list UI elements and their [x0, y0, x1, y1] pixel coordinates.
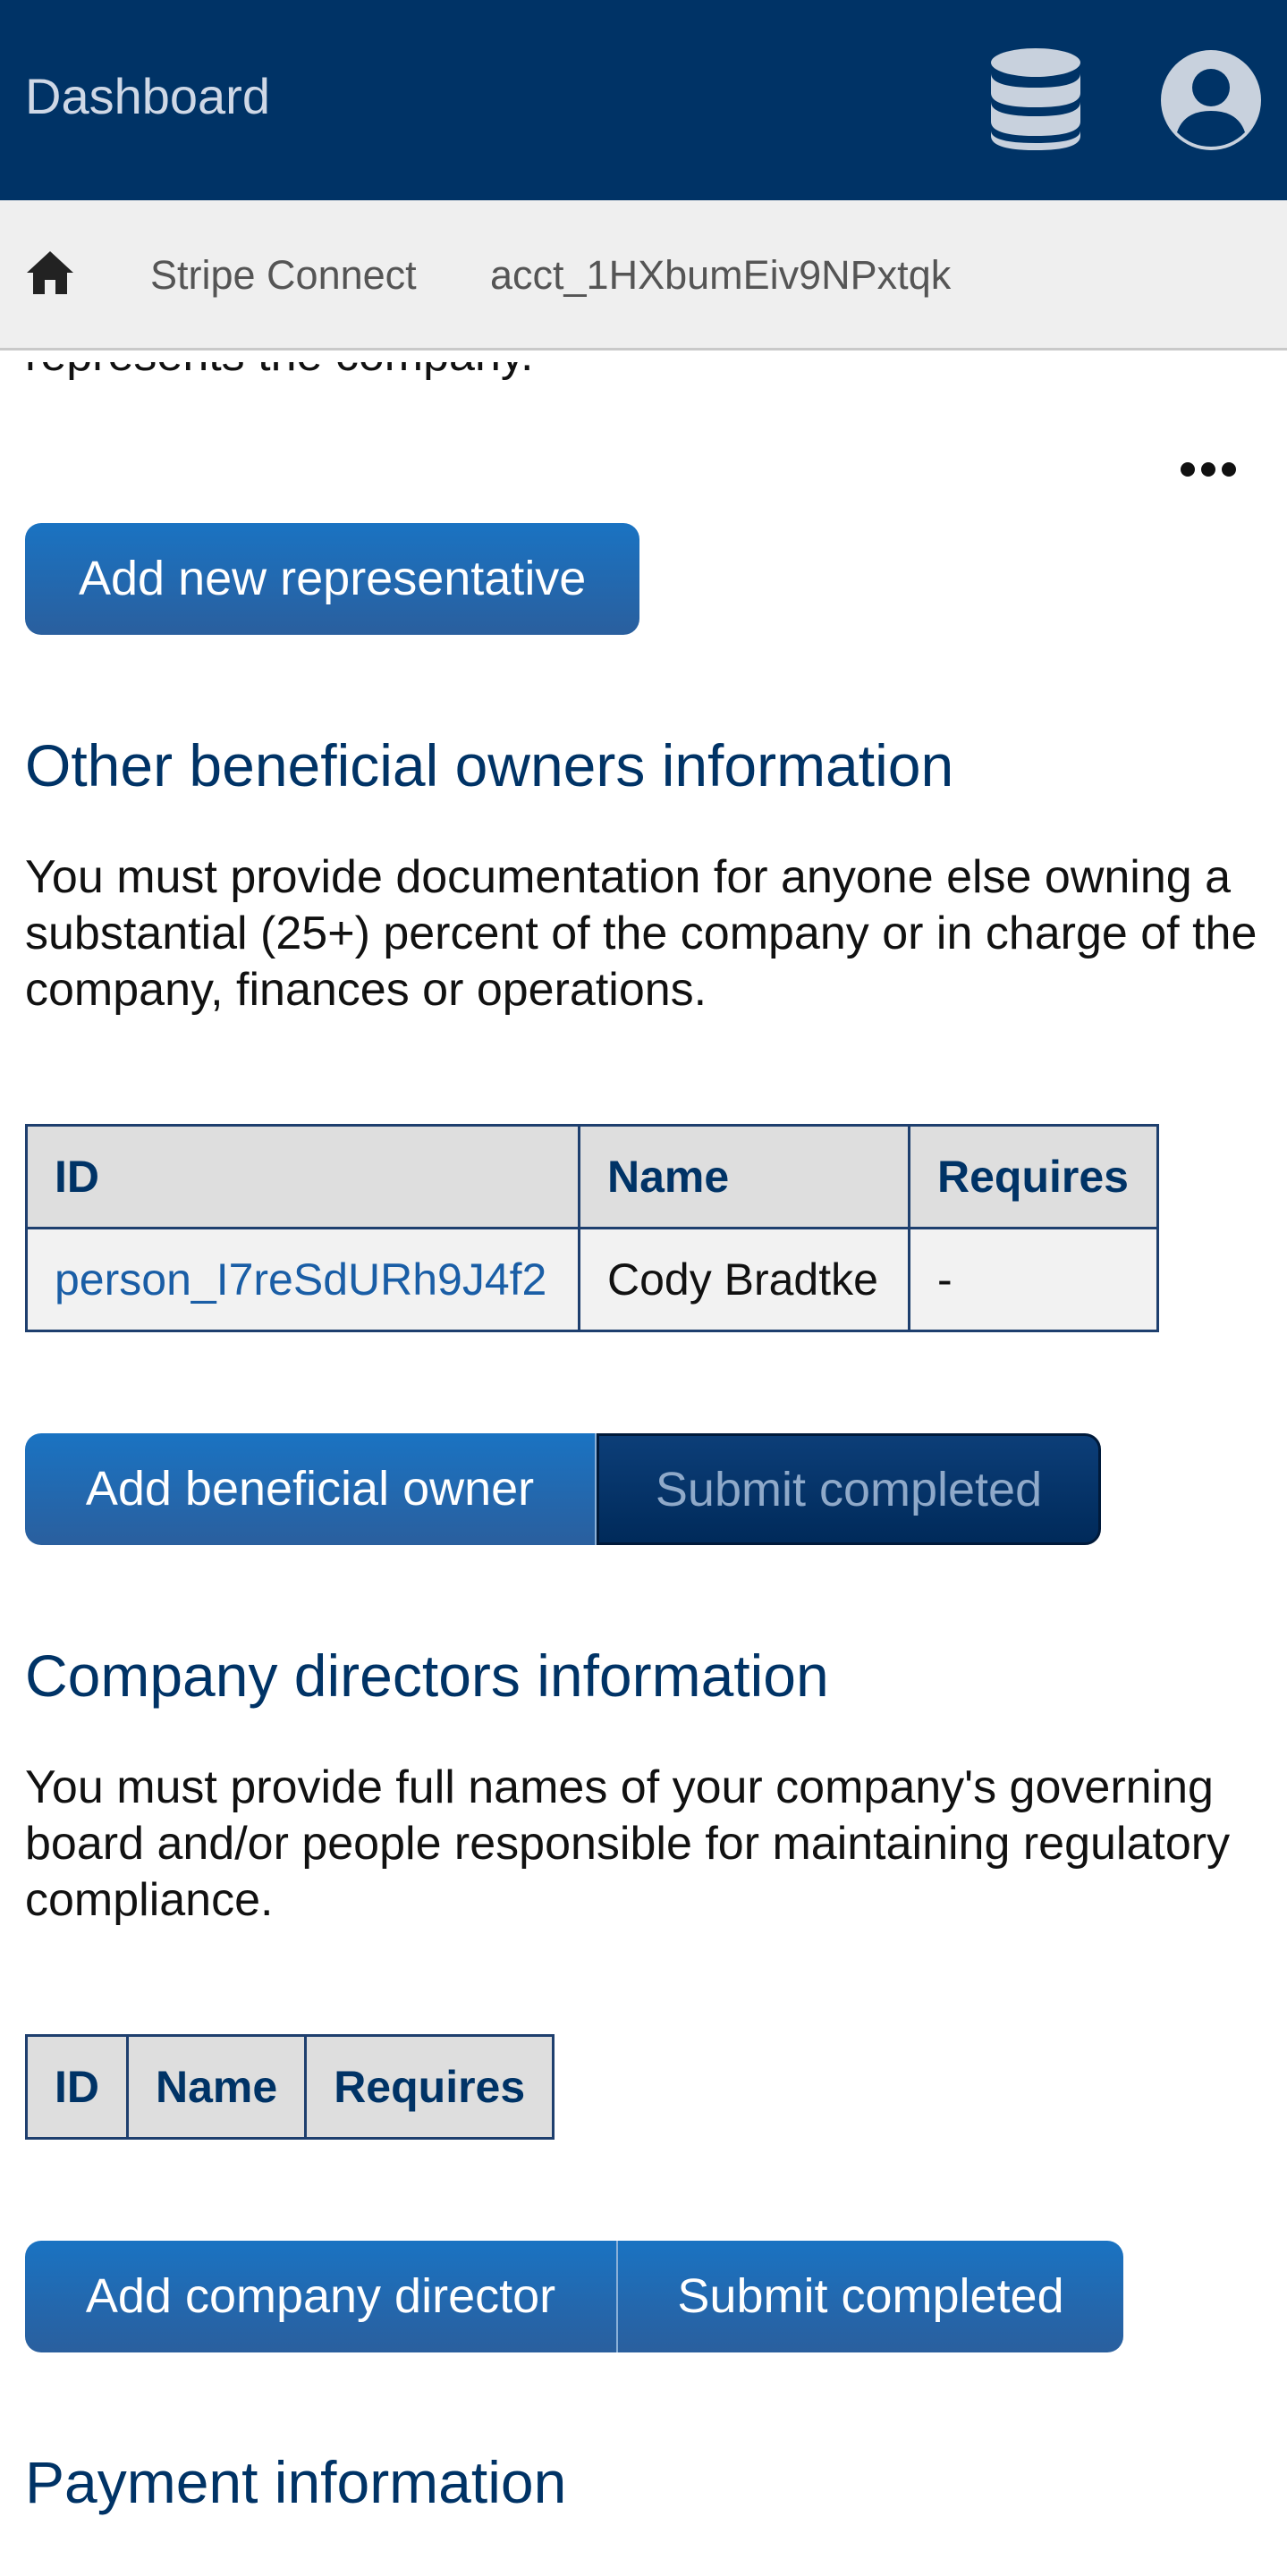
payment-information-title: Payment information: [25, 2449, 567, 2515]
more-icon[interactable]: [1179, 460, 1238, 479]
clipped-text-content: represents the company.: [25, 362, 1188, 382]
breadcrumb-item-account[interactable]: acct_1HXbumEiv9NPxtqk: [490, 252, 951, 299]
submit-company-directors-button[interactable]: Submit completed: [618, 2241, 1123, 2352]
home-icon[interactable]: [25, 249, 75, 296]
breadcrumb: Stripe Connect acct_1HXbumEiv9NPxtqk: [0, 200, 1287, 477]
company-directors-table: ID Name Requires: [25, 2034, 555, 2140]
column-header-requires: Requires: [908, 1124, 1159, 1229]
beneficial-owners-description: You must provide documentation for anyon…: [25, 851, 1257, 1016]
add-company-director-button[interactable]: Add company director: [25, 2241, 618, 2352]
submit-beneficial-owners-button[interactable]: Submit completed: [597, 1433, 1101, 1545]
column-header-requires: Requires: [304, 2034, 555, 2140]
beneficial-owners-title: Other beneficial owners information: [25, 732, 954, 798]
beneficial-owners-table: ID Name Requires person_I7reSdURh9J4f2 C…: [25, 1124, 1159, 1332]
person-name: Cody Bradtke: [578, 1227, 910, 1332]
column-header-name: Name: [578, 1124, 910, 1229]
user-icon[interactable]: [1159, 48, 1263, 152]
app-title[interactable]: Dashboard: [25, 68, 270, 125]
person-requires: -: [908, 1227, 1159, 1332]
database-icon[interactable]: [987, 46, 1084, 152]
column-header-id: ID: [25, 1124, 580, 1229]
table-row: person_I7reSdURh9J4f2 Cody Bradtke -: [25, 1227, 1159, 1332]
person-id-link[interactable]: person_I7reSdURh9J4f2: [25, 1227, 580, 1332]
column-header-id: ID: [25, 2034, 129, 2140]
add-beneficial-owner-button[interactable]: Add beneficial owner: [25, 1433, 597, 1545]
company-directors-title: Company directors information: [25, 1643, 829, 1709]
app-header: Dashboard: [0, 0, 1287, 200]
breadcrumb-item-stripe-connect[interactable]: Stripe Connect: [150, 252, 417, 299]
add-representative-button[interactable]: Add new representative: [25, 523, 640, 635]
company-directors-description: You must provide full names of your comp…: [25, 1761, 1231, 1926]
column-header-name: Name: [125, 2034, 308, 2140]
table-header-row: ID Name Requires: [25, 2034, 555, 2140]
table-header-row: ID Name Requires: [25, 1124, 1159, 1229]
clipped-text: represents the company.: [25, 362, 1188, 416]
